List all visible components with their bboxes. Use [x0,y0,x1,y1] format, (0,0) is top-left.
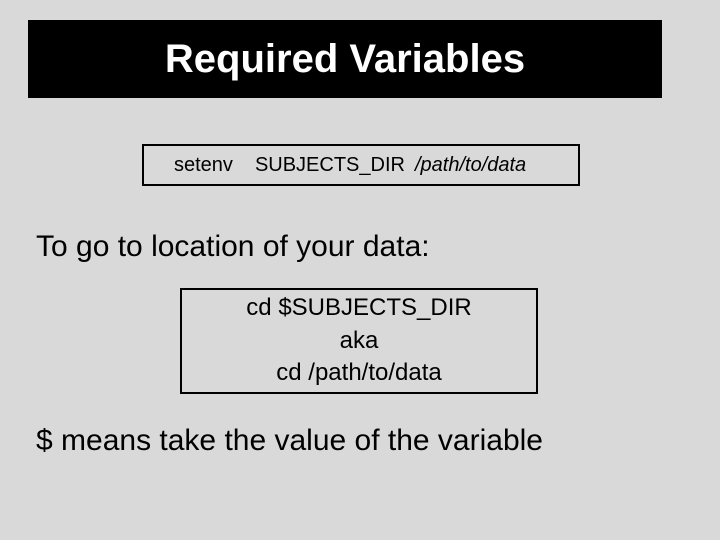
cd-line-1: cd $SUBJECTS_DIR [246,292,471,324]
setenv-command: setenv [174,154,233,177]
setenv-path: /path/to/data [415,154,526,177]
body-text-2: $ means take the value of the variable [36,424,543,458]
slide-title: Required Variables [165,37,525,82]
cd-line-3: cd /path/to/data [276,357,441,389]
cd-code-box: cd $SUBJECTS_DIR aka cd /path/to/data [180,288,538,394]
setenv-code-box: setenv SUBJECTS_DIR /path/to/data [142,144,580,186]
setenv-variable: SUBJECTS_DIR [255,154,405,177]
title-band: Required Variables [28,20,662,98]
cd-line-2: aka [340,325,379,357]
body-text-1: To go to location of your data: [36,230,430,264]
